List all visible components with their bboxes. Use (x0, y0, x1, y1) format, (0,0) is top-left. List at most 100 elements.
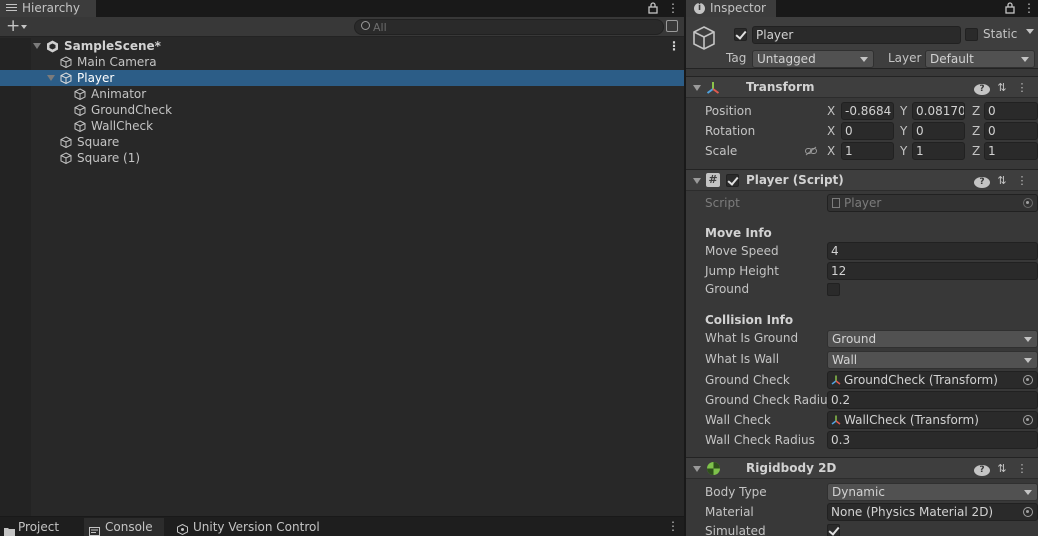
layer-label: Layer (888, 51, 922, 65)
rotation-y-axis-label: Y (900, 124, 908, 138)
object-picker-icon[interactable] (1023, 415, 1033, 425)
jump-height-field[interactable]: 12 (827, 262, 1038, 280)
fold-arrow-icon[interactable] (33, 43, 41, 49)
tag-value: Untagged (757, 52, 816, 66)
hierarchy-tab-bar: Hierarchy ⋮ (0, 0, 684, 17)
folder-icon (4, 523, 15, 536)
static-checkbox[interactable] (965, 28, 978, 41)
hierarchy-item-animator[interactable]: Animator (0, 86, 684, 102)
hierarchy-item-square-1[interactable]: Square (1) (0, 150, 684, 166)
object-picker-icon[interactable] (1023, 507, 1033, 517)
what-is-ground-dropdown[interactable]: Ground (827, 330, 1038, 348)
preset-icon[interactable]: ⇅ (994, 80, 1010, 96)
tab-inspector[interactable]: i Inspector (686, 0, 776, 17)
scene-visibility-icon[interactable] (666, 20, 678, 32)
hierarchy-item-wallcheck[interactable]: WallCheck (0, 118, 684, 134)
gameobject-header: Player Static Tag Untagged Layer Default (686, 17, 1038, 69)
scale-z-field[interactable]: 1 (984, 142, 1038, 160)
rigidbody2d-header[interactable]: Rigidbody 2D ? ⇅ ⋮ (686, 457, 1038, 479)
ground-checkbox[interactable] (827, 283, 840, 296)
what-is-wall-dropdown[interactable]: Wall (827, 351, 1038, 369)
kebab-menu-icon[interactable]: ⋮ (1014, 173, 1030, 189)
wall-check-object-field[interactable]: WallCheck (Transform) (827, 411, 1038, 429)
player-script-header[interactable]: # Player (Script) ? ⇅ ⋮ (686, 169, 1038, 191)
component-header-icons: ? ⇅ ⋮ (970, 461, 1030, 477)
move-speed-field[interactable]: 4 (827, 242, 1038, 260)
tab-label: Console (105, 520, 153, 534)
scene-menu-icon[interactable]: ⋮ (668, 38, 680, 54)
preset-icon[interactable]: ⇅ (994, 173, 1010, 189)
hierarchy-item-main-camera[interactable]: Main Camera (0, 54, 684, 70)
fold-arrow-icon[interactable] (693, 178, 701, 184)
kebab-menu-icon[interactable]: ⋮ (667, 519, 679, 533)
script-reference-value: Player (844, 196, 882, 210)
ground-label: Ground (705, 282, 750, 296)
rigidbody2d-icon (706, 461, 721, 479)
kebab-menu-icon[interactable]: ⋮ (667, 0, 679, 17)
tab-project[interactable]: Project (0, 518, 78, 536)
gameobject-cube-icon (74, 120, 86, 133)
tab-label: Project (18, 520, 60, 534)
kebab-menu-icon[interactable]: ⋮ (1014, 80, 1030, 96)
search-icon (361, 21, 370, 30)
ground-check-object-field[interactable]: GroundCheck (Transform) (827, 371, 1038, 389)
script-file-icon (832, 198, 840, 208)
chevron-down-icon (860, 57, 868, 62)
static-dropdown-arrow-icon[interactable] (1026, 29, 1034, 34)
material-label: Material (705, 505, 754, 519)
what-is-ground-label: What Is Ground (705, 331, 799, 345)
scale-x-field[interactable]: 1 (841, 142, 894, 160)
fold-arrow-icon[interactable] (693, 85, 701, 91)
tag-dropdown[interactable]: Untagged (752, 50, 874, 68)
fold-arrow-icon[interactable] (47, 75, 55, 81)
hierarchy-item-label: Animator (91, 87, 147, 101)
scale-y-field[interactable]: 1 (912, 142, 965, 160)
hierarchy-item-player[interactable]: Player (0, 70, 684, 86)
position-z-axis-label: Z (972, 104, 981, 118)
scene-row[interactable]: SampleScene* ⋮ (0, 38, 684, 54)
position-y-field[interactable]: 0.08170 (912, 102, 965, 120)
hierarchy-item-groundcheck[interactable]: GroundCheck (0, 102, 684, 118)
position-x-field[interactable]: -0.8684 (841, 102, 894, 120)
hierarchy-item-label: Main Camera (77, 55, 157, 69)
add-object-button[interactable]: + (6, 17, 20, 36)
rotation-x-field[interactable]: 0 (841, 122, 894, 140)
hierarchy-item-square[interactable]: Square (0, 134, 684, 150)
material-object-field[interactable]: None (Physics Material 2D) (827, 503, 1038, 521)
tab-label: Unity Version Control (193, 520, 320, 534)
hierarchy-toolbar: + (0, 17, 684, 37)
transform-header[interactable]: Transform ? ⇅ ⋮ (686, 76, 1038, 98)
layer-dropdown[interactable]: Default (925, 50, 1035, 68)
tab-inspector-label: Inspector (710, 1, 766, 15)
body-type-dropdown[interactable]: Dynamic (827, 483, 1038, 501)
add-dropdown-arrow-icon[interactable] (21, 25, 27, 29)
help-icon[interactable]: ? (974, 465, 990, 476)
kebab-menu-icon[interactable]: ⋮ (1014, 461, 1030, 477)
rotation-z-field[interactable]: 0 (984, 122, 1038, 140)
tab-hierarchy[interactable]: Hierarchy (0, 0, 96, 17)
rotation-y-field[interactable]: 0 (912, 122, 965, 140)
ground-check-radius-field[interactable]: 0.2 (827, 391, 1038, 409)
rigidbody2d-title: Rigidbody 2D (746, 461, 837, 475)
position-z-field[interactable]: 0 (984, 102, 1038, 120)
active-checkbox[interactable] (734, 28, 747, 41)
help-icon[interactable]: ? (974, 177, 990, 188)
tab-console[interactable]: Console (84, 518, 164, 536)
kebab-menu-icon[interactable]: ⋮ (1023, 0, 1035, 17)
simulated-checkbox[interactable] (827, 524, 840, 536)
preset-icon[interactable]: ⇅ (994, 461, 1010, 477)
search-field[interactable] (354, 19, 664, 35)
wall-check-radius-field[interactable]: 0.3 (827, 431, 1038, 449)
position-label: Position (705, 104, 752, 118)
search-input[interactable] (373, 20, 653, 34)
scene-name: SampleScene* (64, 39, 161, 53)
inspector-panel: i Inspector ⋮ Player Static Tag Untagged… (686, 0, 1038, 536)
tab-unity-version-control[interactable]: Unity Version Control (172, 518, 322, 536)
object-picker-icon[interactable] (1023, 375, 1033, 385)
script-enabled-checkbox[interactable] (726, 174, 739, 187)
help-icon[interactable]: ? (974, 84, 990, 95)
object-name-field[interactable]: Player (752, 26, 961, 44)
fold-arrow-icon[interactable] (693, 466, 701, 472)
constrain-proportions-link-icon[interactable] (805, 145, 817, 159)
what-is-ground-value: Ground (832, 332, 877, 346)
